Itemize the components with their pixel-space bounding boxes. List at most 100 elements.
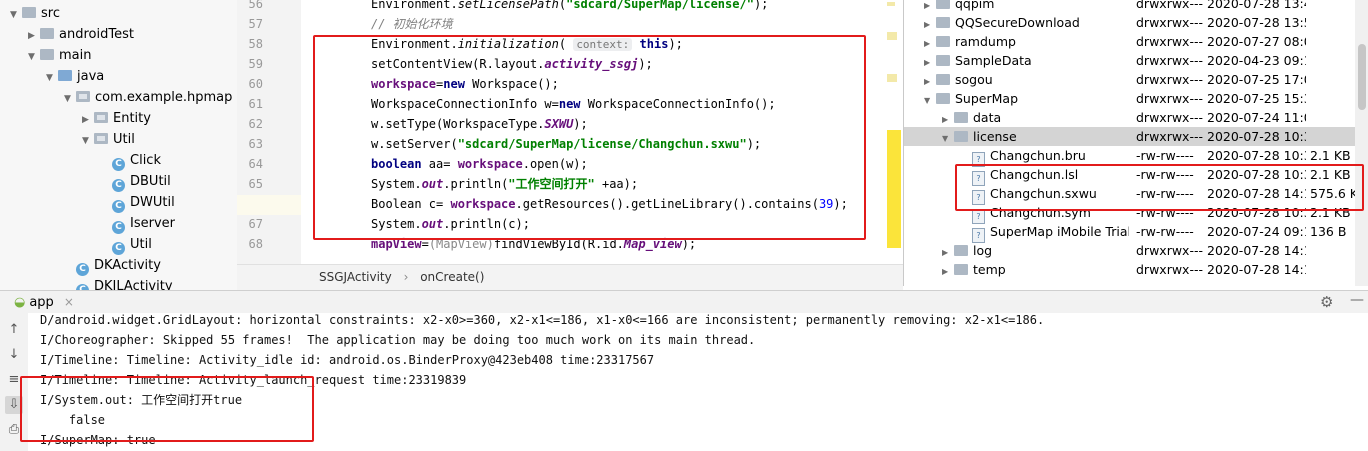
annotation-box-code [313,35,866,240]
explorer-date-cell: 2020-07-25 17:03 [1207,72,1306,87]
tree-item[interactable]: C Iserver [100,213,175,234]
explorer-row[interactable]: ▶data drwxrwx--- 2020-07-24 11:06 [904,108,1362,127]
tree-item[interactable]: C DKActivity [64,255,161,276]
breadcrumb-method[interactable]: onCreate() [420,270,484,284]
explorer-perm-cell: drwxrwx--- [1136,91,1203,106]
project-tree: ▼ src ▶ androidTest ▼ main ▼ java ▼ com.example.h… [0,0,238,290]
chevron-right-icon[interactable]: ▶ [28,26,40,47]
explorer-file-name: license [973,129,1017,144]
class-icon: C [112,200,125,213]
explorer-row[interactable]: ▶log drwxrwx--- 2020-07-28 14:17 [904,241,1362,260]
tree-item[interactable]: C DKJLActivity [64,276,173,290]
explorer-date-cell: 2020-07-28 14:17 [1207,243,1306,258]
class-icon: C [112,158,125,171]
class-icon: C [112,242,125,255]
tree-item-label: src [41,6,60,21]
line-number: 61 [248,97,263,111]
console-line: I/Choreographer: Skipped 55 frames! The … [40,333,756,347]
class-icon: C [112,179,125,192]
explorer-row[interactable]: ▼license drwxrwx--- 2020-07-28 10:35 [904,127,1362,146]
line-number: 59 [248,57,263,71]
chevron-down-icon[interactable]: ▼ [46,68,58,89]
tree-item[interactable]: C DBUtil [100,171,171,192]
tree-item[interactable]: C DWUtil [100,192,175,213]
explorer-date-cell: 2020-07-25 15:38 [1207,91,1306,106]
run-tab-label: app [29,295,54,310]
explorer-perm-cell: drwxrwx--- [1136,72,1203,87]
tree-item-label: DKActivity [94,258,161,273]
line-number: 60 [248,77,263,91]
tree-item-label: Util [113,132,135,147]
scroll-marker [887,2,895,6]
console-line: I/Timeline: Timeline: Activity_idle id: … [40,353,655,367]
tree-item-label: DBUtil [130,174,171,189]
scroll-marker [887,74,897,82]
explorer-name-cell: ▼ SuperMap [924,89,1129,110]
close-icon[interactable]: × [64,295,74,309]
annotation-box-files [955,164,1364,211]
explorer-date-cell: 2020-04-23 09:13 [1207,53,1306,68]
folder-icon [936,55,950,66]
chevron-down-icon[interactable]: ▼ [64,89,76,110]
explorer-perm-cell: drwxrwx--- [1136,34,1203,49]
explorer-scrollbar-thumb[interactable] [1358,44,1366,110]
gear-icon[interactable]: ⚙ [1320,293,1333,311]
tree-item[interactable]: C Util [100,234,152,255]
minimize-icon[interactable]: — [1350,292,1364,308]
folder-icon [936,93,950,104]
tree-item[interactable]: ▼ java [46,66,104,87]
chevron-right-icon[interactable]: ▶ [942,262,954,281]
tree-item[interactable]: ▼ com.example.hpmap [64,87,232,108]
chevron-down-icon[interactable]: ▼ [10,5,22,26]
breadcrumb-separator: › [403,270,409,284]
explorer-date-cell: 2020-07-24 09:17 [1207,224,1306,239]
explorer-row[interactable]: ? SuperMap iMobile Trial -rw-rw---- 2020-07… [904,222,1362,243]
explorer-row[interactable]: ?Changchun.bru-rw-rw----2020-07-28 10:35… [904,146,1362,167]
chevron-down-icon[interactable]: ▼ [28,47,40,68]
chevron-right-icon[interactable]: ▶ [82,110,94,131]
tree-item[interactable]: C Click [100,150,161,171]
explorer-scrollbar-track[interactable] [1355,0,1368,286]
explorer-name-cell: ▶ sogou [924,70,1129,91]
explorer-file-name: ramdump [955,34,1016,49]
explorer-perm-cell: -rw-rw---- [1136,148,1194,163]
scroll-marker [887,130,901,248]
line-number: 63 [248,137,263,151]
chevron-down-icon[interactable]: ▼ [82,131,94,152]
tree-item[interactable]: ▶ androidTest [28,24,134,45]
tree-item[interactable]: ▼ Util [82,129,135,150]
explorer-file-name: log [973,243,993,258]
line-number: 67 [248,217,263,231]
explorer-row[interactable]: ▶ QQSecureDownload drwxrwx--- 2020-07-28 13… [904,13,1362,32]
explorer-perm-cell: drwxrwx--- [1136,53,1203,68]
explorer-row[interactable]: ▼SuperMap drwxrwx--- 2020-07-25 15:38 [904,89,1362,108]
breadcrumb-class[interactable]: SSGJActivity [319,270,392,284]
class-icon: C [112,221,125,234]
explorer-row[interactable]: ▶sogou drwxrwx--- 2020-07-25 17:03 [904,70,1362,89]
tree-item-label: DWUtil [130,195,175,210]
line-number: 68 [248,237,263,251]
explorer-row[interactable]: ▶qqpimdrwxrwx---2020-07-28 13:48 [904,0,1362,13]
explorer-perm-cell: drwxrwx--- [1136,0,1203,11]
tree-item-label: androidTest [59,27,134,42]
explorer-row[interactable]: ▶SampleData drwxrwx--- 2020-04-23 09:13 [904,51,1362,70]
explorer-perm-cell: drwxrwx--- [1136,243,1203,258]
scroll-marker [887,32,897,40]
tree-item-label: Entity [113,111,151,126]
tree-item[interactable]: ▼ src [10,3,60,24]
tree-item[interactable]: ▶ Entity [82,108,151,129]
package-icon [94,133,108,144]
arrow-up-icon[interactable]: ↑ [5,321,23,339]
explorer-file-name: sogou [955,72,993,87]
tree-item-label: DKJLActivity [94,279,173,290]
explorer-row[interactable]: ▶ramdump drwxrwx--- 2020-07-27 08:08 [904,32,1362,51]
tree-item[interactable]: ▼ main [28,45,91,66]
tree-item-label: Util [130,237,152,252]
arrow-down-icon[interactable]: ↓ [5,346,23,364]
folder-icon [936,74,950,85]
explorer-date-cell: 2020-07-28 10:35 [1207,148,1306,163]
explorer-name-cell: ▶ QQSecureDownload [924,13,1129,34]
breadcrumb: SSGJActivity › onCreate() [237,264,903,291]
explorer-row[interactable]: ▶ temp drwxrwx--- 2020-07-28 14:17 [904,260,1362,279]
explorer-name-cell: ▼ license [942,127,1129,148]
